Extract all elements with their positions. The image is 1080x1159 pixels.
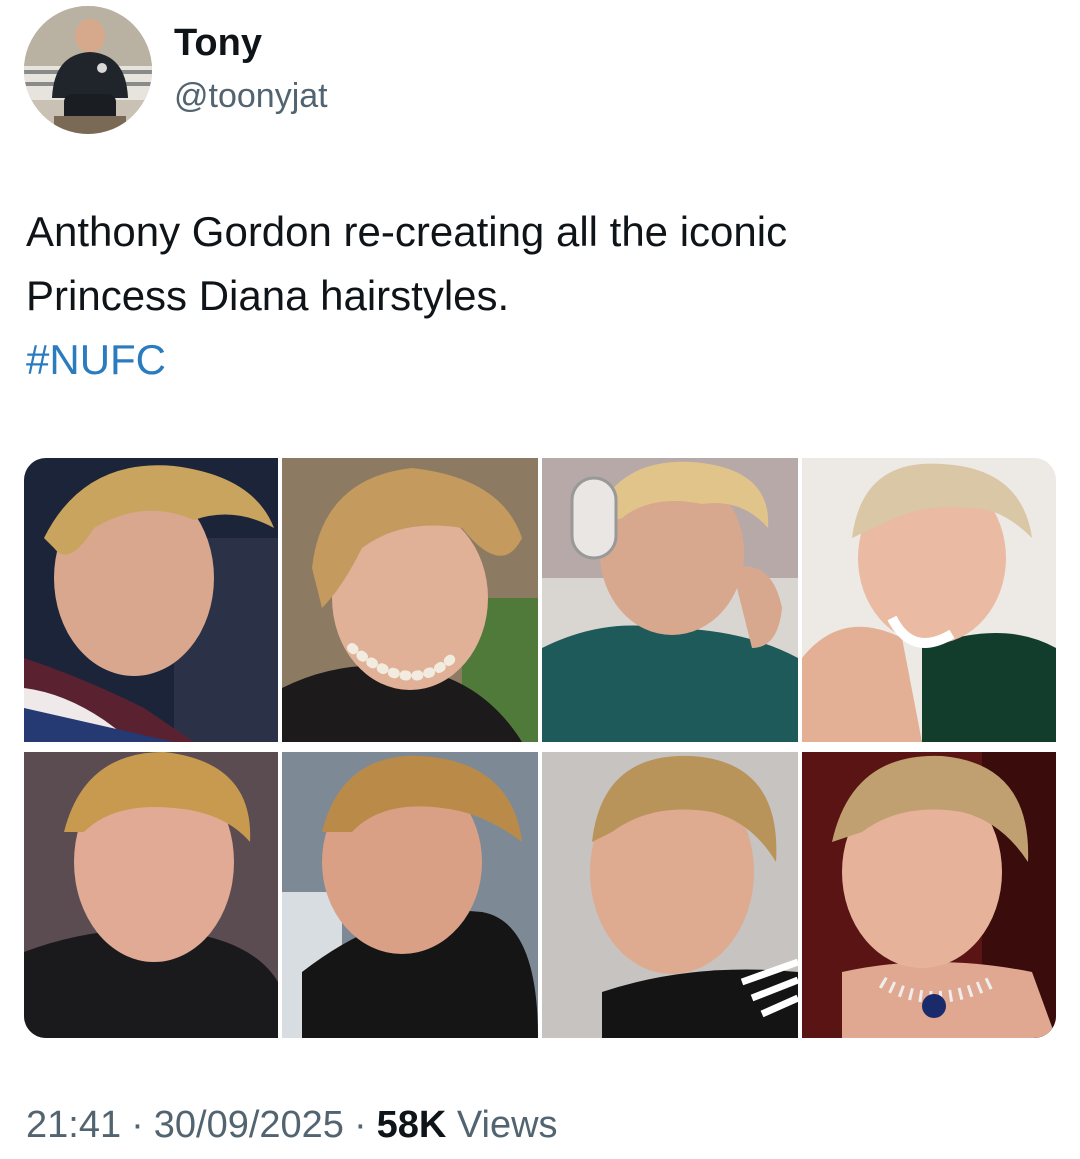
photo-gordon-1-image (24, 458, 278, 742)
tweet-text: Anthony Gordon re-creating all the iconi… (26, 200, 1026, 392)
avatar-image (24, 6, 152, 134)
photo-gordon-3-image (24, 752, 278, 1038)
tweet-text-line-2: Princess Diana hairstyles. (26, 272, 510, 319)
tweet-text-line-1: Anthony Gordon re-creating all the iconi… (26, 208, 788, 255)
tweet-meta: 21:41 · 30/09/2025 · 58K Views (26, 1100, 558, 1150)
media-collage[interactable] (24, 458, 1056, 1038)
photo-gordon-1[interactable] (24, 458, 278, 742)
separator-dot-2: · (353, 1104, 367, 1146)
author-info: Tony @toonyjat (174, 20, 328, 118)
tweet-time[interactable]: 21:41 (26, 1104, 121, 1146)
views-count: 58K (376, 1104, 447, 1146)
photo-diana-1[interactable] (282, 458, 538, 742)
photo-diana-3[interactable] (282, 752, 538, 1038)
display-name[interactable]: Tony (174, 20, 328, 66)
views-label: Views (456, 1104, 558, 1146)
photo-diana-4[interactable] (802, 752, 1056, 1038)
photo-diana-1-image (282, 458, 538, 742)
photo-gordon-2[interactable] (542, 458, 798, 742)
hashtag-link[interactable]: #NUFC (26, 328, 166, 392)
photo-gordon-2-image (542, 458, 798, 742)
avatar[interactable] (24, 6, 152, 134)
photo-gordon-4[interactable] (542, 752, 798, 1038)
user-handle[interactable]: @toonyjat (174, 74, 328, 118)
photo-diana-2-image (802, 458, 1056, 742)
photo-diana-4-image (802, 752, 1056, 1038)
photo-gordon-4-image (542, 752, 798, 1038)
photo-diana-2[interactable] (802, 458, 1056, 742)
tweet-date[interactable]: 30/09/2025 (154, 1104, 344, 1146)
separator-dot: · (131, 1104, 144, 1146)
photo-gordon-3[interactable] (24, 752, 278, 1038)
tweet-header: Tony @toonyjat (24, 6, 1056, 136)
photo-diana-3-image (282, 752, 538, 1038)
